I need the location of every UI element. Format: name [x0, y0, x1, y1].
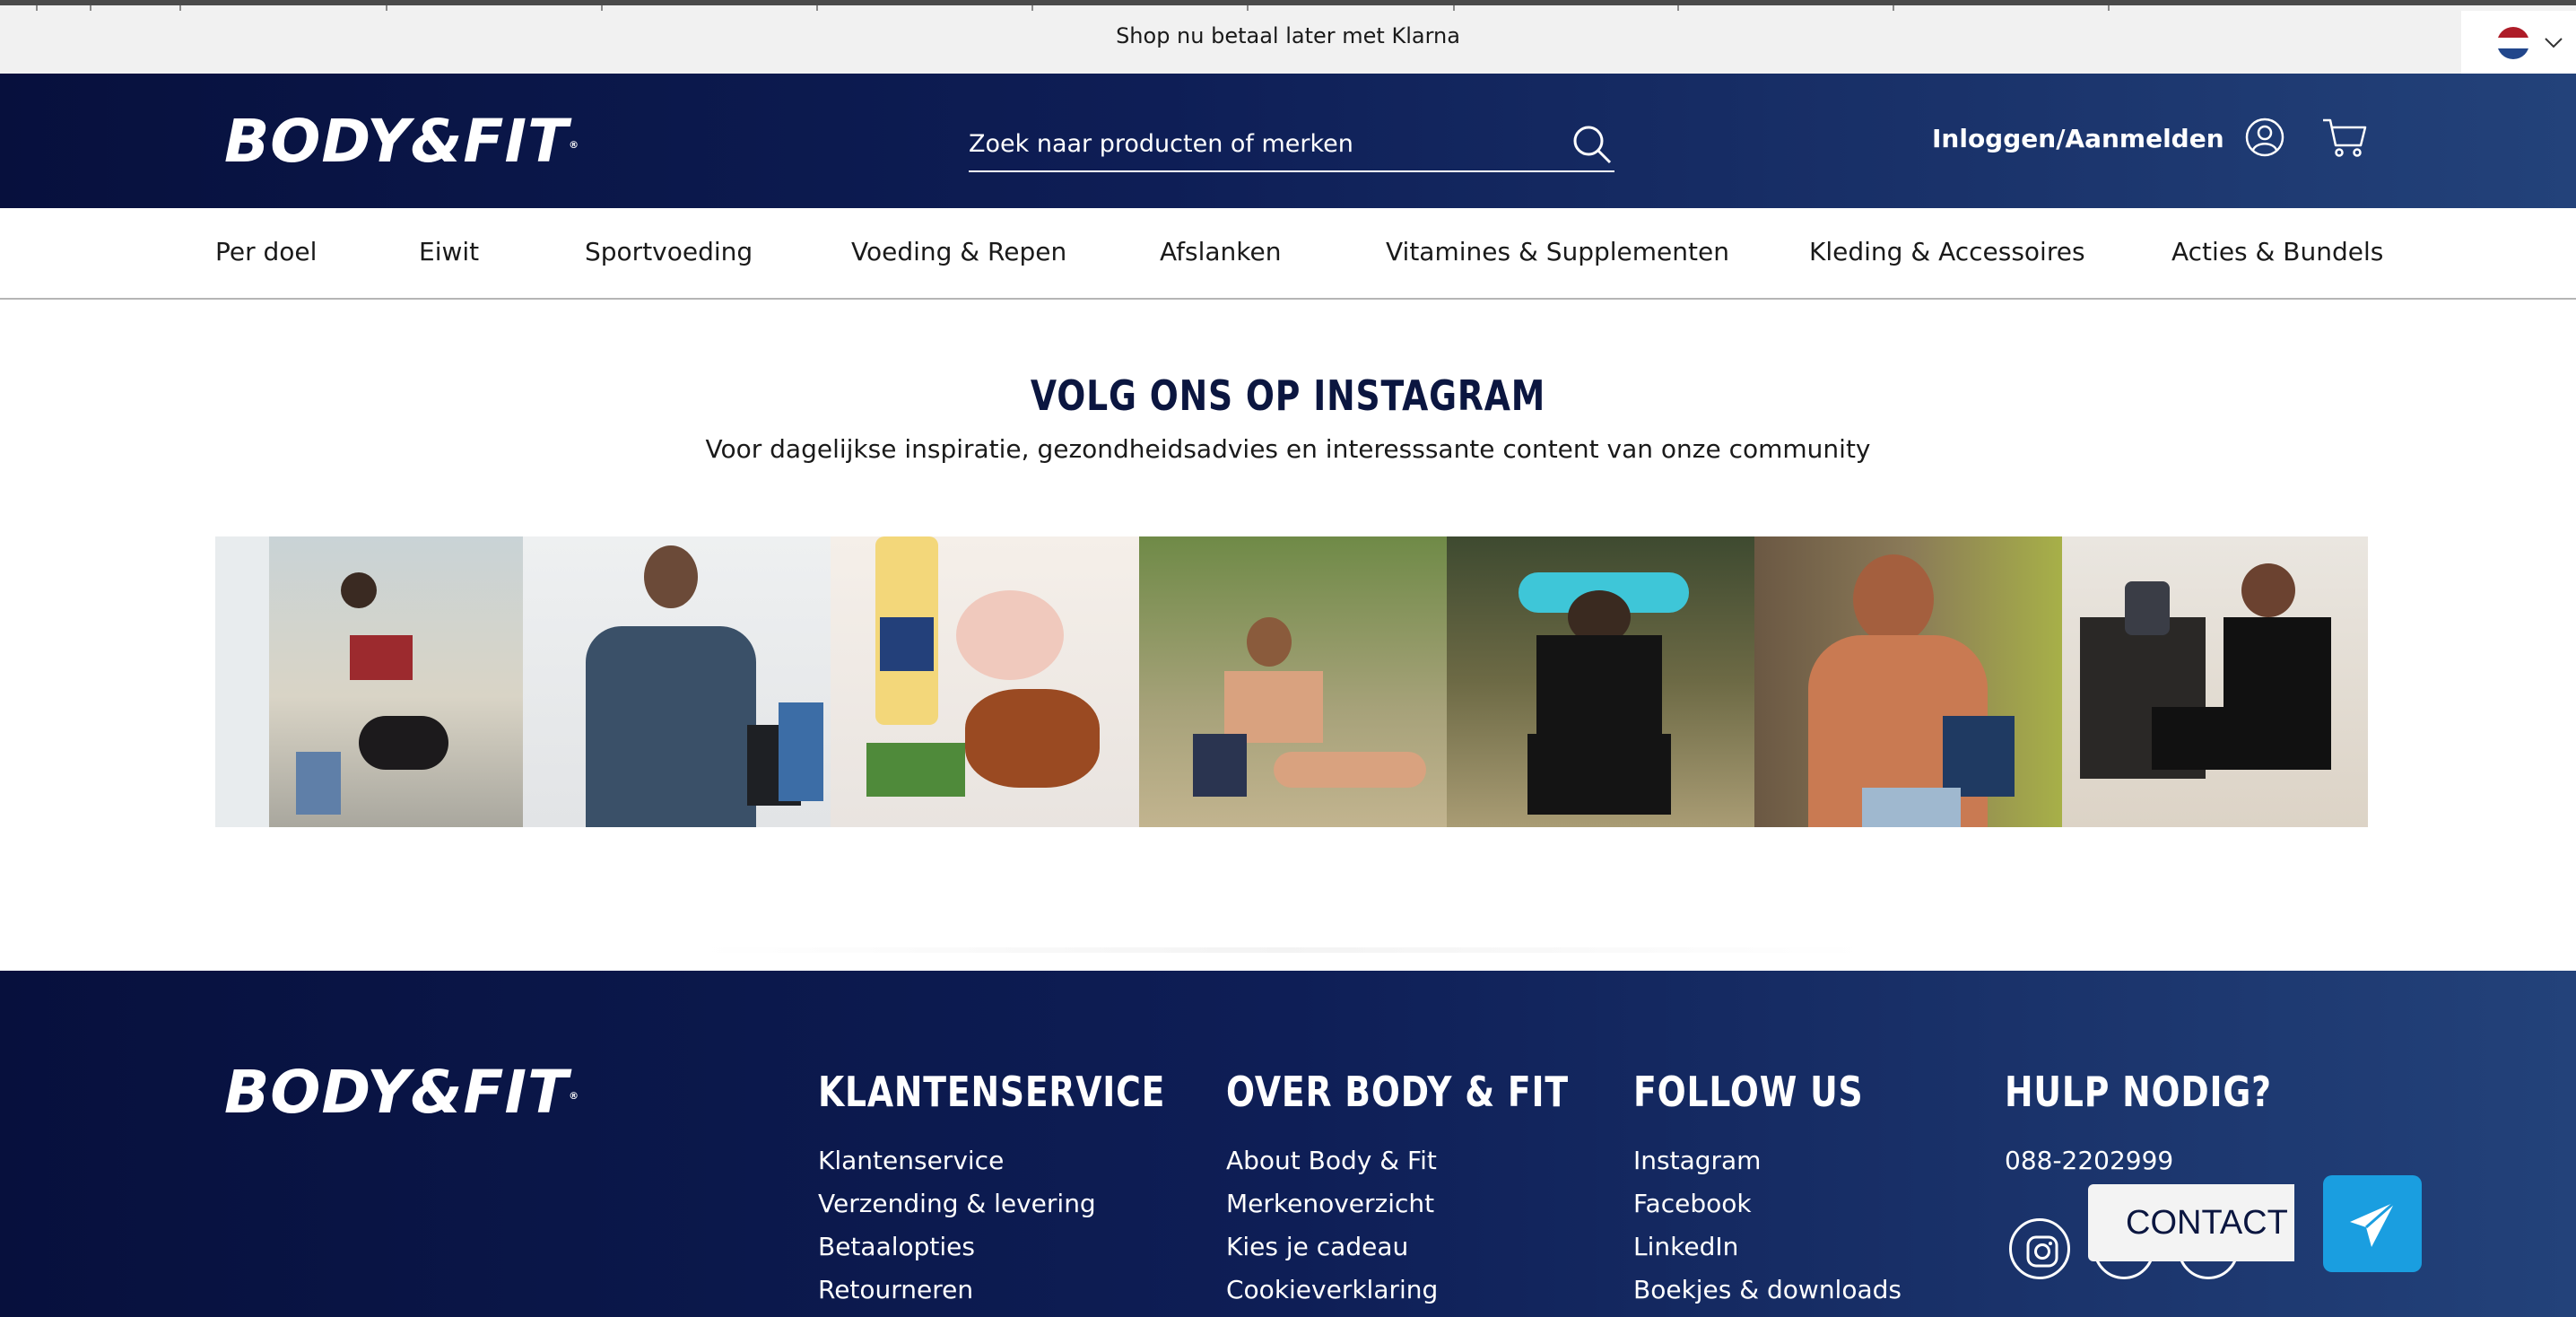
- search-icon[interactable]: [1571, 124, 1613, 165]
- footer-link-about[interactable]: About Body & Fit: [1226, 1139, 1644, 1182]
- language-selector[interactable]: [2461, 11, 2576, 79]
- browser-tab-strip: [0, 5, 2576, 11]
- instagram-gallery: [215, 536, 2368, 827]
- nav-item-vitamines-supplementen[interactable]: Vitamines & Supplementen: [1386, 237, 1729, 266]
- footer-heading: HULP NODIG?: [2005, 1068, 2272, 1116]
- nav-item-per-doel[interactable]: Per doel: [215, 237, 317, 266]
- footer-link-facebook[interactable]: Facebook: [1633, 1182, 1914, 1225]
- footer-link-instagram[interactable]: Instagram: [1633, 1139, 1914, 1182]
- instagram-icon: [2026, 1235, 2058, 1268]
- instagram-photo-7[interactable]: [2062, 536, 2368, 827]
- footer-link-linkedin[interactable]: LinkedIn: [1633, 1225, 1914, 1269]
- footer-column-over: OVER BODY & FIT About Body & Fit Merkeno…: [1226, 1068, 1644, 1312]
- instagram-photo-4[interactable]: [1139, 536, 1447, 827]
- instagram-section-title: VOLG ONS OP INSTAGRAM: [1030, 371, 1546, 420]
- user-icon[interactable]: [2244, 117, 2285, 158]
- nav-item-voeding-repen[interactable]: Voeding & Repen: [851, 237, 1066, 266]
- cart-icon[interactable]: [2321, 117, 2368, 158]
- section-divider: [700, 947, 1866, 953]
- footer-heading: FOLLOW US: [1633, 1068, 1864, 1116]
- footer-heading: KLANTENSERVICE: [818, 1068, 1166, 1116]
- instagram-section-subtitle: Voor dagelijkse inspiratie, gezondheidsa…: [705, 434, 1871, 464]
- footer-link-verzending[interactable]: Verzending & levering: [818, 1182, 1241, 1225]
- site-header: BODY&FIT® Inloggen/Aanmelden: [0, 74, 2576, 208]
- search-input[interactable]: [969, 126, 1543, 161]
- nav-item-afslanken[interactable]: Afslanken: [1160, 237, 1281, 266]
- contact-button[interactable]: [2323, 1175, 2422, 1272]
- nav-item-kleding-accessoires[interactable]: Kleding & Accessoires: [1809, 237, 2085, 266]
- main-navigation: Per doel Eiwit Sportvoeding Voeding & Re…: [0, 208, 2576, 300]
- instagram-photo-2[interactable]: [523, 536, 831, 827]
- nav-item-sportvoeding[interactable]: Sportvoeding: [585, 237, 753, 266]
- instagram-social-button[interactable]: [2009, 1218, 2070, 1279]
- footer-phone-link[interactable]: 088-2202999: [2005, 1139, 2330, 1182]
- footer-column-klantenservice: KLANTENSERVICE Klantenservice Verzending…: [818, 1068, 1241, 1312]
- instagram-photo-6[interactable]: [1754, 536, 2062, 827]
- footer-link-cookieverklaring[interactable]: Cookieverklaring: [1226, 1269, 1644, 1312]
- footer-link-cadeau[interactable]: Kies je cadeau: [1226, 1225, 1644, 1269]
- instagram-photo-3[interactable]: [831, 536, 1139, 827]
- nav-item-acties-bundels[interactable]: Acties & Bundels: [2171, 237, 2383, 266]
- instagram-photo-5[interactable]: [1447, 536, 1754, 827]
- search-bar: [969, 118, 1614, 172]
- netherlands-flag-icon: [2497, 27, 2529, 59]
- announcement-bar: Shop nu betaal later met Klarna: [0, 0, 2576, 79]
- send-icon: [2350, 1200, 2396, 1247]
- footer-link-klantenservice[interactable]: Klantenservice: [818, 1139, 1241, 1182]
- nav-item-eiwit[interactable]: Eiwit: [419, 237, 479, 266]
- footer-link-retourneren[interactable]: Retourneren: [818, 1269, 1241, 1312]
- chevron-down-icon: [2545, 38, 2563, 48]
- footer-link-downloads[interactable]: Boekjes & downloads: [1633, 1269, 1914, 1312]
- logo[interactable]: BODY&FIT®: [224, 109, 579, 174]
- announcement-text: Shop nu betaal later met Klarna: [1116, 23, 1460, 48]
- login-link[interactable]: Inloggen/Aanmelden: [1932, 124, 2224, 153]
- footer-link-betaalopties[interactable]: Betaalopties: [818, 1225, 1241, 1269]
- footer-link-merkenoverzicht[interactable]: Merkenoverzicht: [1226, 1182, 1644, 1225]
- footer-column-follow: FOLLOW US Instagram Facebook LinkedIn Bo…: [1633, 1068, 1914, 1312]
- footer-heading: OVER BODY & FIT: [1226, 1068, 1569, 1116]
- instagram-photo-1[interactable]: [215, 536, 523, 827]
- footer-logo[interactable]: BODY&FIT®: [224, 1060, 579, 1125]
- footer-column-help: HULP NODIG? 088-2202999: [2005, 1068, 2330, 1182]
- contact-widget-label[interactable]: CONTACT: [2088, 1184, 2294, 1261]
- site-footer: BODY&FIT® KLANTENSERVICE Klantenservice …: [0, 971, 2576, 1317]
